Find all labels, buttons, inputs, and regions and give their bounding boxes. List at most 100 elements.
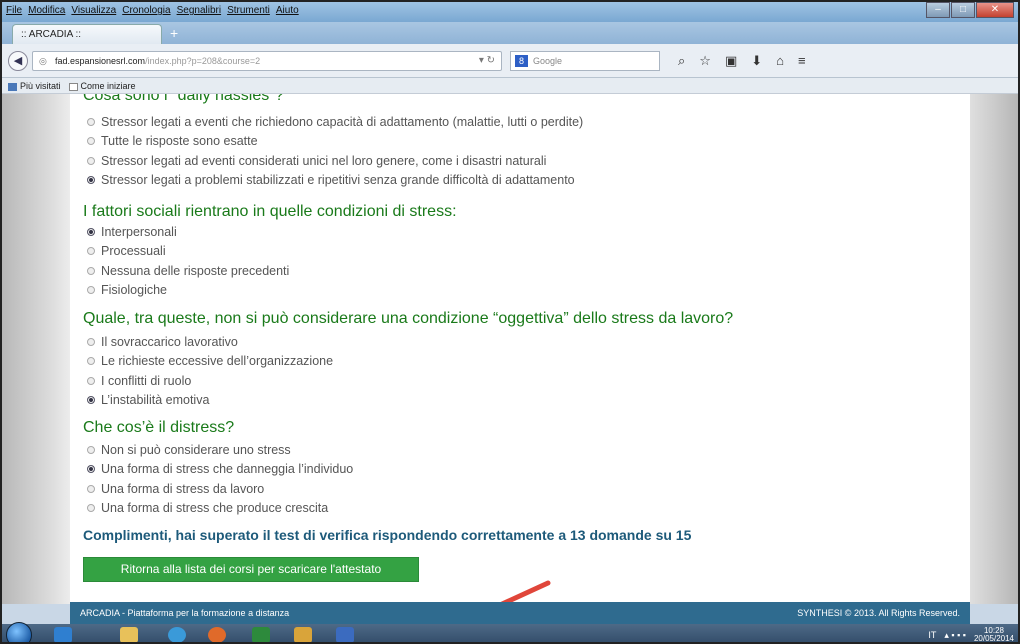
reload-icon[interactable]: ▾ ↻ (479, 55, 495, 66)
minimize-icon[interactable]: – (926, 2, 950, 18)
radio-button[interactable] (87, 357, 95, 366)
search-icon[interactable]: ⌕ (678, 53, 685, 69)
radio-button[interactable] (87, 337, 95, 346)
firefox-icon[interactable] (208, 627, 226, 642)
windows-start-icon[interactable] (6, 622, 32, 642)
menu-help[interactable]: Aiuto (276, 5, 299, 16)
new-tab-button[interactable]: + (170, 25, 178, 41)
answer-list: Non si può considerare uno stress Una fo… (87, 440, 353, 518)
bookmark-getting-started[interactable]: Come iniziare (68, 81, 136, 91)
radio-button[interactable] (87, 117, 95, 126)
tab-strip: :: ARCADIA :: + (2, 22, 1018, 44)
radio-button[interactable] (87, 286, 95, 295)
bookmark-star-icon[interactable]: ☆ (699, 53, 711, 69)
window-controls: – □ ✕ (925, 2, 1014, 18)
home-icon[interactable]: ⌂ (776, 53, 784, 69)
answer-list: Il sovraccarico lavorativo Le richieste … (87, 332, 333, 410)
question-title: I fattori sociali rientrano in quelle co… (83, 203, 457, 220)
menu-bar: File Modifica Visualizza Cronologia Segn… (6, 5, 299, 16)
menu-bookmarks[interactable]: Segnalibri (177, 5, 221, 16)
quiz-content: Cosa sono i "daily hassles"? Stressor le… (70, 94, 970, 604)
folder-icon (8, 82, 17, 91)
question-title: Cosa sono i "daily hassles"? (83, 94, 284, 104)
menu-view[interactable]: Visualizza (71, 5, 116, 16)
annotation-arrow-icon (496, 580, 551, 604)
answer-list: Interpersonali Processuali Nessuna delle… (87, 222, 289, 300)
bookmark-most-visited[interactable]: Più visitati (8, 81, 61, 91)
menu-history[interactable]: Cronologia (122, 5, 170, 16)
internet-explorer-icon[interactable] (168, 627, 186, 642)
menu-tools[interactable]: Strumenti (227, 5, 270, 16)
clock[interactable]: 10:28 20/05/2014 (974, 627, 1014, 643)
answer-option[interactable]: Processuali (87, 242, 289, 262)
language-indicator[interactable]: IT (928, 630, 936, 640)
answer-option[interactable]: L’instabilità emotiva (87, 391, 333, 411)
answer-option[interactable]: Tutte le risposte sono esatte (87, 132, 583, 152)
answer-option[interactable]: Una forma di stress che danneggia l’indi… (87, 460, 353, 480)
answer-option[interactable]: I conflitti di ruolo (87, 371, 333, 391)
answer-option[interactable]: Interpersonali (87, 222, 289, 242)
title-bar: File Modifica Visualizza Cronologia Segn… (2, 2, 1018, 22)
folder-icon[interactable] (120, 627, 138, 642)
url-bar[interactable]: ◎ fad.espansionesrl.com/index.php?p=208&… (32, 51, 502, 71)
tab-arcadia[interactable]: :: ARCADIA :: (12, 24, 162, 44)
radio-button[interactable] (87, 137, 95, 146)
system-tray: IT ▴ ▪ ▪ ▪ 10:28 20/05/2014 (928, 627, 1014, 643)
menu-file[interactable]: File (6, 5, 22, 16)
url-path: /index.php?p=208&course=2 (145, 56, 261, 66)
footer-left: ARCADIA - Piattaforma per la formazione … (80, 608, 290, 618)
radio-button[interactable] (87, 445, 95, 454)
taskbar: IT ▴ ▪ ▪ ▪ 10:28 20/05/2014 (2, 622, 1018, 643)
question-title: Che cos’è il distress? (83, 419, 235, 436)
media-center-icon[interactable] (54, 627, 72, 642)
url-host: fad.espansionesrl.com (55, 56, 146, 66)
globe-icon: ◎ (39, 56, 47, 66)
download-icon[interactable]: ⬇ (751, 53, 762, 69)
answer-option[interactable]: Una forma di stress da lavoro (87, 479, 353, 499)
answer-option[interactable]: Una forma di stress che produce crescita (87, 499, 353, 519)
answer-option[interactable]: Stressor legati ad eventi considerati un… (87, 151, 583, 171)
toolbar-icons: ⌕ ☆ ▣ ⬇ ⌂ ≡ (678, 53, 806, 69)
browser-window: File Modifica Visualizza Cronologia Segn… (0, 0, 1020, 644)
outlook-icon[interactable] (294, 627, 312, 642)
question-title: Quale, tra queste, non si può considerar… (83, 310, 734, 327)
maximize-icon[interactable]: □ (951, 2, 975, 18)
radio-button[interactable] (87, 266, 95, 275)
search-input[interactable]: 8 Google (510, 51, 660, 71)
navigation-bar: ◀ ◎ fad.espansionesrl.com/index.php?p=20… (2, 44, 1018, 78)
answer-option[interactable]: Stressor legati a problemi stabilizzati … (87, 171, 583, 191)
search-placeholder: Google (533, 56, 563, 66)
word-icon[interactable] (336, 627, 354, 642)
footer-right: SYNTHESI © 2013. All Rights Reserved. (797, 608, 960, 618)
excel-icon[interactable] (252, 627, 270, 642)
answer-option[interactable]: Stressor legati a eventi che richiedono … (87, 112, 583, 132)
radio-button[interactable] (87, 247, 95, 256)
back-button[interactable]: ◀ (8, 51, 28, 71)
answer-option[interactable]: Non si può considerare uno stress (87, 440, 353, 460)
page-icon (68, 82, 78, 91)
answer-option[interactable]: Le richieste eccessive dell’organizzazio… (87, 352, 333, 372)
close-icon[interactable]: ✕ (976, 2, 1014, 18)
page-background: Cosa sono i "daily hassles"? Stressor le… (2, 94, 1018, 604)
radio-button[interactable] (87, 484, 95, 493)
menu-icon[interactable]: ≡ (798, 53, 806, 69)
radio-button[interactable] (87, 504, 95, 513)
radio-button-selected[interactable] (87, 396, 95, 405)
radio-button-selected[interactable] (87, 176, 95, 185)
radio-button[interactable] (87, 376, 95, 385)
radio-button[interactable] (87, 156, 95, 165)
menu-edit[interactable]: Modifica (28, 5, 65, 16)
page-footer: ARCADIA - Piattaforma per la formazione … (70, 602, 970, 624)
radio-button-selected[interactable] (87, 227, 95, 236)
answer-option[interactable]: Nessuna delle risposte precedenti (87, 261, 289, 281)
answer-option[interactable]: Il sovraccarico lavorativo (87, 332, 333, 352)
answer-option[interactable]: Fisiologiche (87, 281, 289, 301)
reading-list-icon[interactable]: ▣ (725, 53, 737, 69)
tray-icons[interactable]: ▴ ▪ ▪ ▪ (944, 630, 966, 641)
search-engine-icon[interactable]: 8 (515, 55, 528, 67)
result-message: Complimenti, hai superato il test di ver… (83, 527, 692, 543)
return-to-courses-button[interactable]: Ritorna alla lista dei corsi per scarica… (83, 557, 419, 582)
answer-list: Stressor legati a eventi che richiedono … (87, 112, 583, 190)
bookmarks-bar: Più visitati Come iniziare (2, 78, 1018, 94)
radio-button-selected[interactable] (87, 465, 95, 474)
